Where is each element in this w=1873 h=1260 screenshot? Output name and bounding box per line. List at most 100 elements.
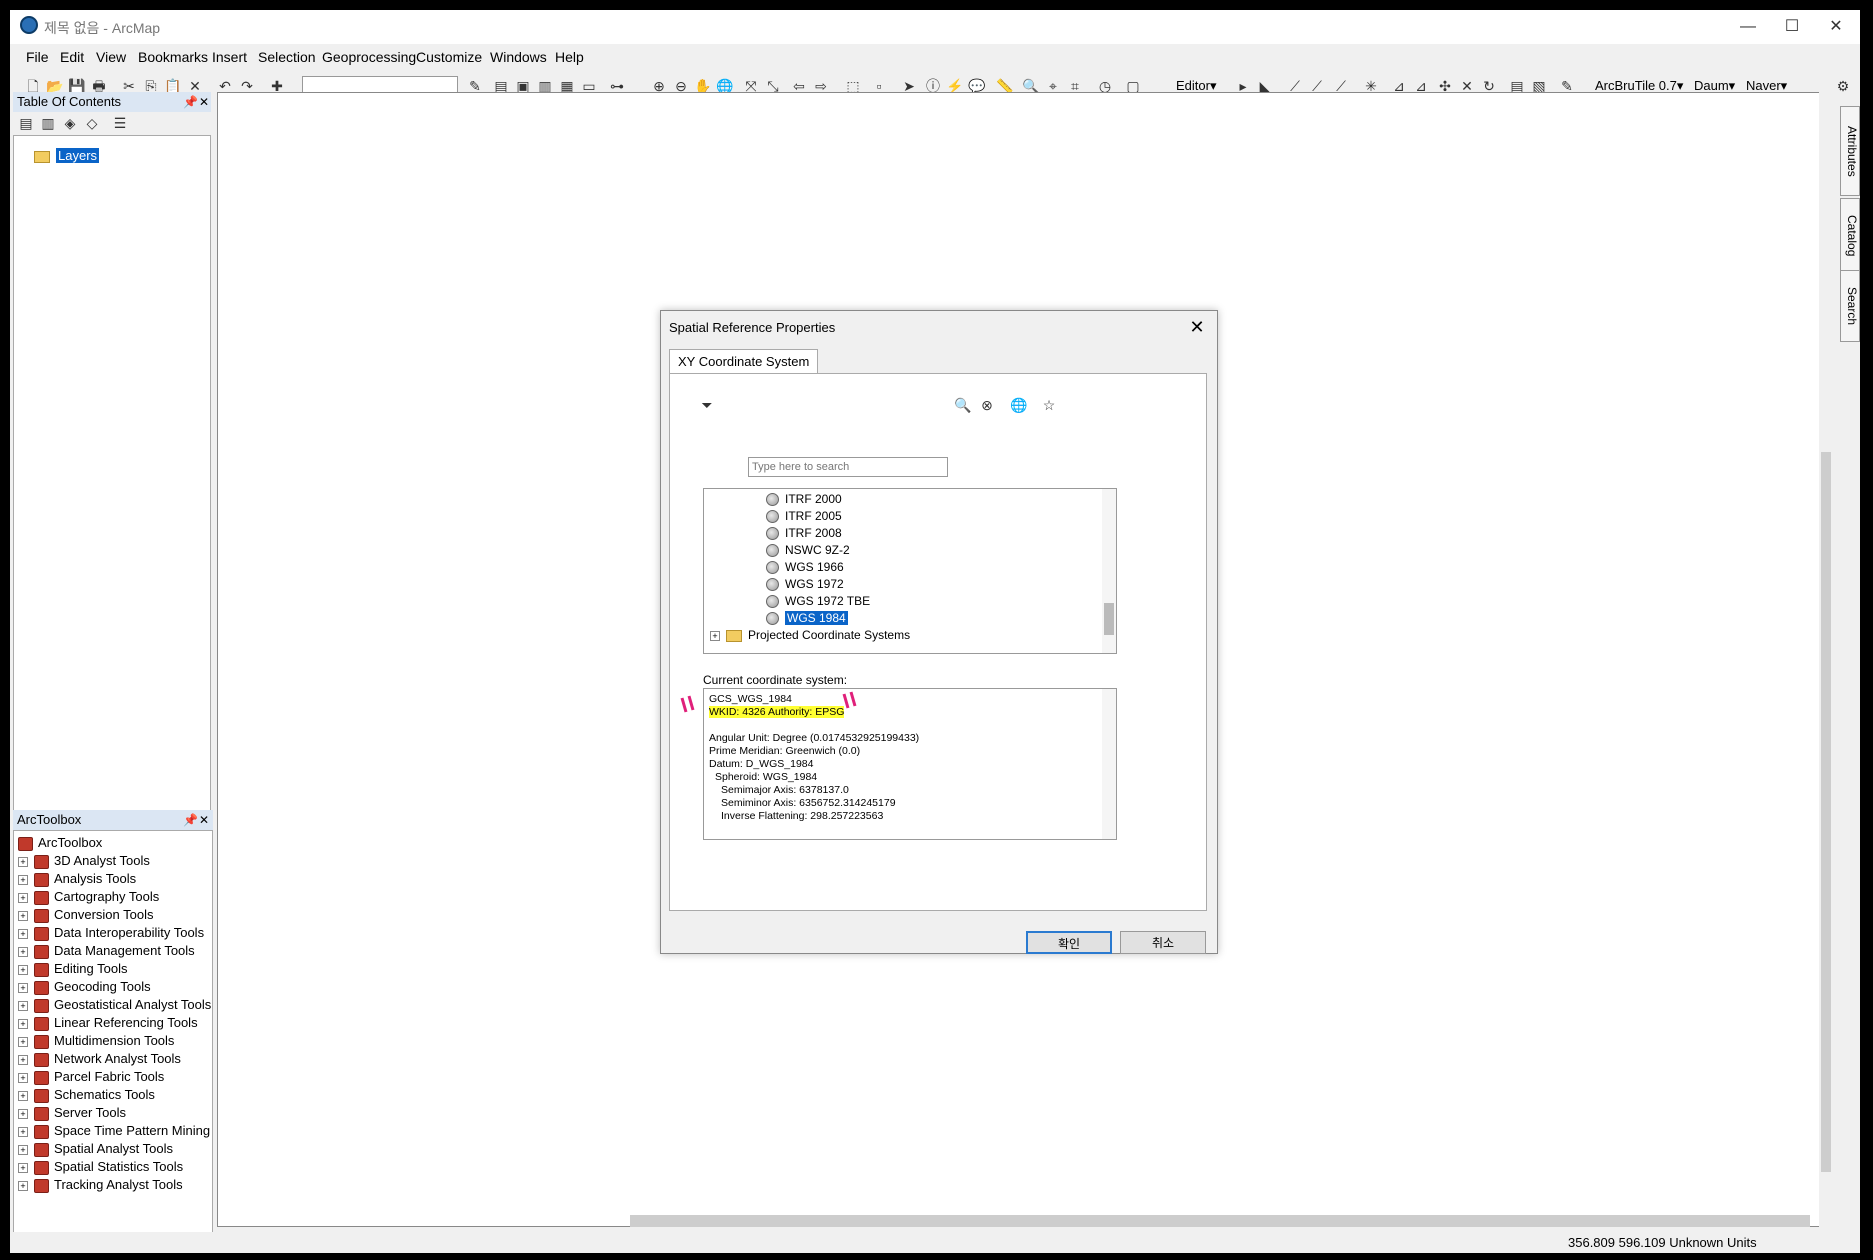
- menu-edit[interactable]: Edit: [60, 49, 84, 65]
- geographic-system-item[interactable]: ITRF 2000: [766, 491, 842, 508]
- list-by-source-icon[interactable]: ▥: [39, 114, 57, 132]
- tree-scroll-thumb[interactable]: [1104, 603, 1114, 635]
- toolbox-item[interactable]: + Server Tools: [18, 1105, 126, 1123]
- expand-icon[interactable]: +: [18, 928, 28, 939]
- toolbox-root[interactable]: ArcToolbox: [18, 835, 102, 853]
- expand-icon[interactable]: +: [18, 982, 28, 993]
- search-side-tab[interactable]: Search: [1840, 270, 1860, 342]
- pin-icon[interactable]: 📌: [183, 92, 198, 112]
- expand-icon[interactable]: +: [18, 856, 28, 867]
- filter-icon[interactable]: ⏷: [698, 396, 716, 414]
- map-vertical-scroll-thumb[interactable]: [1821, 452, 1831, 1172]
- expand-icon[interactable]: +: [18, 1162, 28, 1173]
- expand-icon[interactable]: +: [18, 910, 28, 921]
- search-icon[interactable]: 🔍: [954, 396, 972, 414]
- toc-title: Table Of Contents: [17, 94, 122, 109]
- cancel-button[interactable]: 취소: [1120, 931, 1206, 954]
- menu-file[interactable]: File: [26, 49, 49, 65]
- expand-icon[interactable]: +: [18, 964, 28, 975]
- toolbox-item[interactable]: + Multidimension Tools: [18, 1033, 174, 1051]
- toolbox-item[interactable]: + Parcel Fabric Tools: [18, 1069, 164, 1087]
- menu-help[interactable]: Help: [555, 49, 584, 65]
- coord-scrollbar[interactable]: [1102, 689, 1116, 839]
- expand-icon[interactable]: +: [18, 1036, 28, 1047]
- toolbox-icon: [34, 908, 49, 923]
- layers-item[interactable]: Layers: [34, 148, 100, 163]
- list-by-selection-icon[interactable]: ◇: [83, 114, 101, 132]
- attributes-side-tab[interactable]: Attributes: [1840, 106, 1860, 196]
- menu-view[interactable]: View: [96, 49, 126, 65]
- toc-options-icon[interactable]: ☰: [111, 114, 129, 132]
- add-coordinate-system-icon[interactable]: 🌐: [1010, 396, 1028, 414]
- expand-icon[interactable]: +: [18, 1108, 28, 1119]
- list-by-drawing-order-icon[interactable]: ▤: [17, 114, 35, 132]
- expand-icon[interactable]: +: [18, 892, 28, 903]
- toolbox-item[interactable]: + Data Management Tools: [18, 943, 195, 961]
- dialog-close-button[interactable]: ✕: [1185, 315, 1209, 339]
- geographic-system-item[interactable]: WGS 1972: [766, 576, 844, 593]
- expand-icon[interactable]: +: [18, 1018, 28, 1029]
- toolbox-item[interactable]: + Tracking Analyst Tools: [18, 1177, 183, 1195]
- toolbar-options-icon[interactable]: ⚙: [1834, 77, 1852, 95]
- menu-customize[interactable]: Customize: [416, 49, 482, 65]
- geographic-system-item[interactable]: WGS 1966: [766, 559, 844, 576]
- coord-angular: Angular Unit: Degree (0.0174532925199433…: [709, 732, 920, 744]
- expand-icon[interactable]: +: [18, 946, 28, 957]
- expand-icon[interactable]: +: [18, 874, 28, 885]
- toolbox-item[interactable]: + Geostatistical Analyst Tools: [18, 997, 211, 1015]
- toolbox-icon: [34, 926, 49, 941]
- menu-bookmarks[interactable]: Bookmarks: [138, 49, 208, 65]
- pin-icon[interactable]: 📌: [183, 810, 198, 830]
- projected-coordinate-systems[interactable]: + Projected Coordinate Systems: [710, 627, 910, 644]
- ok-button[interactable]: 확인: [1026, 931, 1112, 954]
- menu-selection[interactable]: Selection: [258, 49, 316, 65]
- minimize-button[interactable]: —: [1728, 14, 1768, 40]
- expand-icon[interactable]: +: [18, 1126, 28, 1137]
- close-icon[interactable]: ✕: [199, 810, 209, 830]
- toolbox-item[interactable]: + Linear Referencing Tools: [18, 1015, 198, 1033]
- add-to-favorites-icon[interactable]: ☆: [1040, 396, 1058, 414]
- toolbox-item-label: Linear Referencing Tools: [54, 1015, 198, 1030]
- geographic-system-item[interactable]: WGS 1984: [766, 610, 848, 627]
- toolbox-item-label: Cartography Tools: [54, 889, 160, 904]
- expand-icon[interactable]: +: [18, 1072, 28, 1083]
- expand-icon[interactable]: +: [710, 630, 720, 641]
- geographic-system-item[interactable]: ITRF 2005: [766, 508, 842, 525]
- toolbox-item[interactable]: + Geocoding Tools: [18, 979, 151, 997]
- menu-windows[interactable]: Windows: [490, 49, 547, 65]
- tab-xy-coordinate-system[interactable]: XY Coordinate System: [669, 349, 819, 374]
- projected-label: Projected Coordinate Systems: [748, 628, 911, 642]
- toolbox-item[interactable]: + Editing Tools: [18, 961, 127, 979]
- geographic-system-item[interactable]: ITRF 2008: [766, 525, 842, 542]
- toolbox-tree: ArcToolbox +3D Analyst Tools + Analysis To…: [13, 830, 213, 1242]
- toolbox-item[interactable]: + Analysis Tools: [18, 871, 136, 889]
- toolbox-item-label: Data Interoperability Tools: [54, 925, 205, 940]
- close-button[interactable]: ✕: [1816, 14, 1856, 40]
- toolbox-item[interactable]: + Network Analyst Tools: [18, 1051, 181, 1069]
- toolbox-item[interactable]: + Data Interoperability Tools: [18, 925, 204, 943]
- list-by-visibility-icon[interactable]: ◈: [61, 114, 79, 132]
- toolbox-item[interactable]: + Space Time Pattern Mining T: [18, 1123, 212, 1141]
- maximize-button[interactable]: ☐: [1772, 14, 1812, 40]
- geographic-system-item[interactable]: NSWC 9Z-2: [766, 542, 850, 559]
- clear-search-icon[interactable]: ⊗: [978, 396, 996, 414]
- toolbox-item[interactable]: + Schematics Tools: [18, 1087, 155, 1105]
- toolbox-item[interactable]: + Spatial Analyst Tools: [18, 1141, 173, 1159]
- close-icon[interactable]: ✕: [199, 92, 209, 112]
- map-horizontal-scroll-thumb[interactable]: [630, 1215, 1810, 1227]
- expand-icon[interactable]: +: [18, 1090, 28, 1101]
- expand-icon[interactable]: +: [18, 1144, 28, 1155]
- expand-icon[interactable]: +: [18, 1000, 28, 1011]
- menu-geoprocessing[interactable]: Geoprocessing: [322, 49, 416, 65]
- expand-icon[interactable]: +: [18, 1180, 28, 1191]
- toolbox-item[interactable]: + Spatial Statistics Tools: [18, 1159, 183, 1177]
- coordinate-system-tree[interactable]: ITRF 2000 ITRF 2005 ITRF 2008 NSWC 9Z-2 WGS …: [703, 488, 1117, 654]
- menu-insert[interactable]: Insert: [212, 49, 247, 65]
- catalog-side-tab[interactable]: Catalog: [1840, 198, 1860, 274]
- toolbox-item[interactable]: + Conversion Tools: [18, 907, 153, 925]
- geographic-system-item[interactable]: WGS 1972 TBE: [766, 593, 870, 610]
- toolbox-item[interactable]: + Cartography Tools: [18, 889, 159, 907]
- toolbox-item[interactable]: +3D Analyst Tools: [18, 853, 150, 871]
- search-input[interactable]: Type here to search: [748, 457, 948, 477]
- expand-icon[interactable]: +: [18, 1054, 28, 1065]
